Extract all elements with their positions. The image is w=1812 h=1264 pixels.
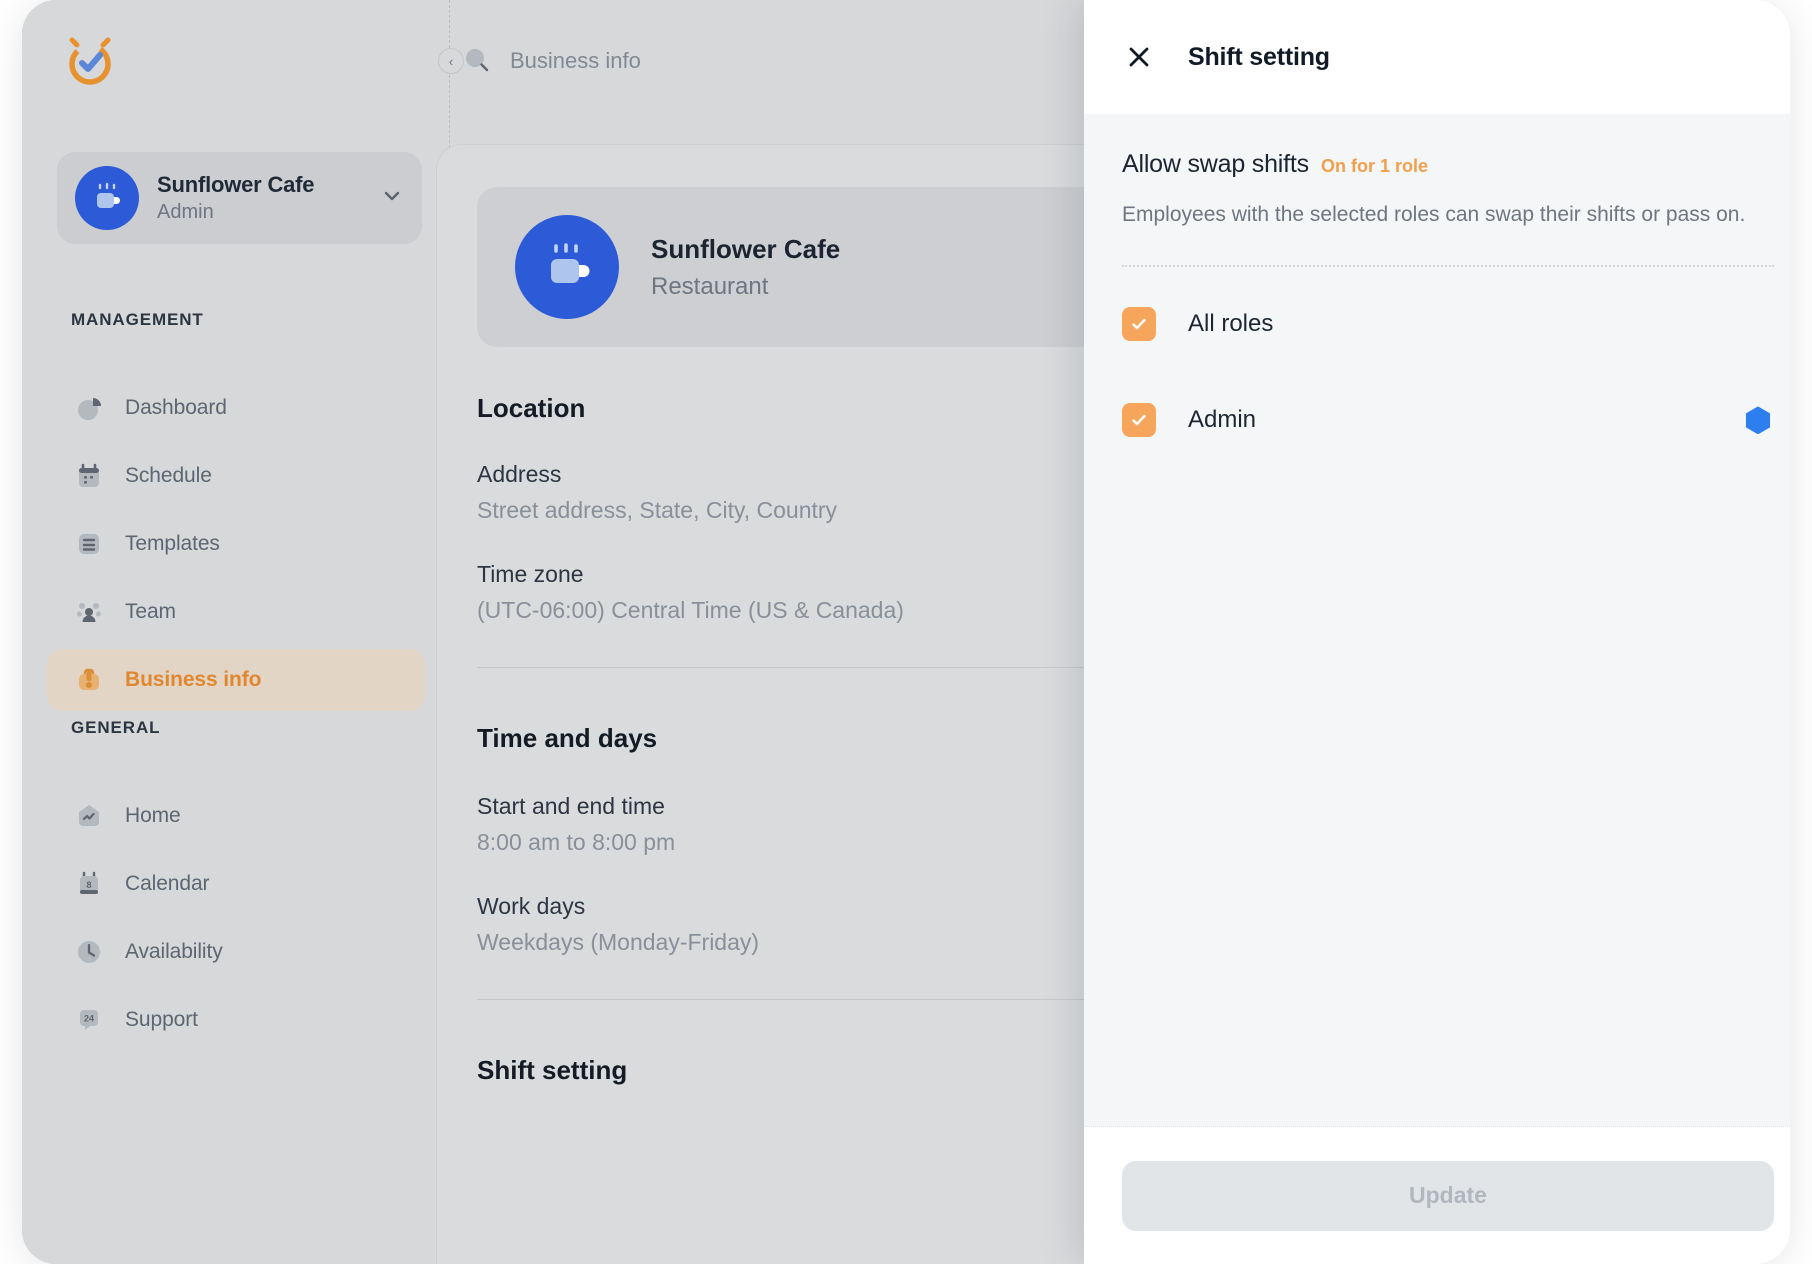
sidebar-item-dashboard[interactable]: Dashboard [47,377,425,439]
sidebar-item-label: Team [125,600,176,624]
workspace-role: Admin [157,199,380,225]
work-days-label: Work days [477,893,585,920]
search-icon[interactable] [460,44,494,78]
role-label: Admin [1188,406,1256,434]
sidebar-item-label: Schedule [125,464,212,488]
allow-swap-shifts-title: Allow swap shifts [1122,150,1309,179]
sidebar-item-team[interactable]: Team [47,581,425,643]
workspace-switcher[interactable]: Sunflower Cafe Admin [57,152,422,244]
panel-body: Allow swap shifts On for 1 role Employee… [1084,114,1790,1126]
section-heading-shift-setting: Shift setting [477,1055,627,1086]
svg-text:8: 8 [86,880,91,890]
timezone-label: Time zone [477,561,584,588]
start-end-time-label: Start and end time [477,793,665,820]
role-option-admin[interactable]: Admin [1122,381,1774,459]
sidebar-item-business-info[interactable]: Business info [47,649,425,711]
section-heading-time-and-days: Time and days [477,723,657,754]
section-label-general: GENERAL [71,718,160,738]
list-document-icon [74,529,104,559]
sidebar-item-label: Availability [125,940,223,964]
workspace-name: Sunflower Cafe [157,171,380,199]
checkbox-all-roles[interactable] [1122,307,1156,341]
sidebar-item-label: Home [125,804,181,828]
app-logo[interactable] [64,36,116,88]
workspace-text: Sunflower Cafe Admin [157,171,380,225]
panel-divider [1122,265,1774,267]
update-button[interactable]: Update [1122,1161,1774,1231]
svg-text:24: 24 [84,1014,94,1024]
sidebar-item-label: Templates [125,532,220,556]
pie-chart-icon [74,393,104,423]
address-label: Address [477,461,561,488]
status-badge: On for 1 role [1321,156,1428,177]
allow-swap-shifts-row: Allow swap shifts On for 1 role [1122,114,1774,179]
sidebar-item-label: Calendar [125,872,209,896]
panel-footer: Update [1084,1126,1790,1264]
checkbox-admin[interactable] [1122,403,1156,437]
role-option-all-roles[interactable]: All roles [1122,285,1774,363]
section-heading-location: Location [477,393,585,424]
sidebar-item-label: Business info [125,668,261,692]
role-label: All roles [1188,310,1273,338]
breadcrumb-label: Business info [510,48,641,74]
business-name: Sunflower Cafe [651,234,840,265]
calendar-day-icon: 8 [74,869,104,899]
briefcase-icon [74,665,104,695]
address-value: Street address, State, City, Country [477,497,837,524]
timezone-value: (UTC-06:00) Central Time (US & Canada) [477,597,904,624]
panel-title: Shift setting [1188,43,1330,72]
chevron-left-icon: ‹ [449,54,453,69]
people-group-icon [74,597,104,627]
sidebar-item-label: Support [125,1008,198,1032]
sidebar-item-home[interactable]: Home [47,785,425,847]
chevron-down-icon [380,184,404,213]
business-type: Restaurant [651,273,840,301]
business-text: Sunflower Cafe Restaurant [651,234,840,301]
calendar-icon [74,461,104,491]
work-days-value: Weekdays (Monday-Friday) [477,929,759,956]
allow-swap-shifts-description: Employees with the selected roles can sw… [1122,201,1774,229]
sidebar-item-support[interactable]: 24 Support [47,989,425,1051]
shift-setting-panel: Shift setting Allow swap shifts On for 1… [1084,0,1790,1264]
start-end-time-value: 8:00 am to 8:00 pm [477,829,675,856]
clock-icon [74,937,104,967]
breadcrumb: Business info [460,44,641,78]
sidebar-item-calendar[interactable]: 8 Calendar [47,853,425,915]
section-label-management: MANAGEMENT [71,310,204,330]
panel-header: Shift setting [1084,0,1790,114]
app-window: Sunflower Cafe Admin MANAGEMENT Dashboar… [22,0,1790,1264]
sidebar-item-availability[interactable]: Availability [47,921,425,983]
sidebar-item-templates[interactable]: Templates [47,513,425,575]
business-avatar [515,215,619,319]
support-24-icon: 24 [74,1005,104,1035]
sidebar-item-label: Dashboard [125,396,227,420]
sidebar: Sunflower Cafe Admin MANAGEMENT Dashboar… [22,0,450,1264]
workspace-avatar [75,166,139,230]
close-icon[interactable] [1122,40,1156,74]
home-trend-icon [74,801,104,831]
role-color-hexagon-icon [1744,406,1772,434]
sidebar-item-schedule[interactable]: Schedule [47,445,425,507]
